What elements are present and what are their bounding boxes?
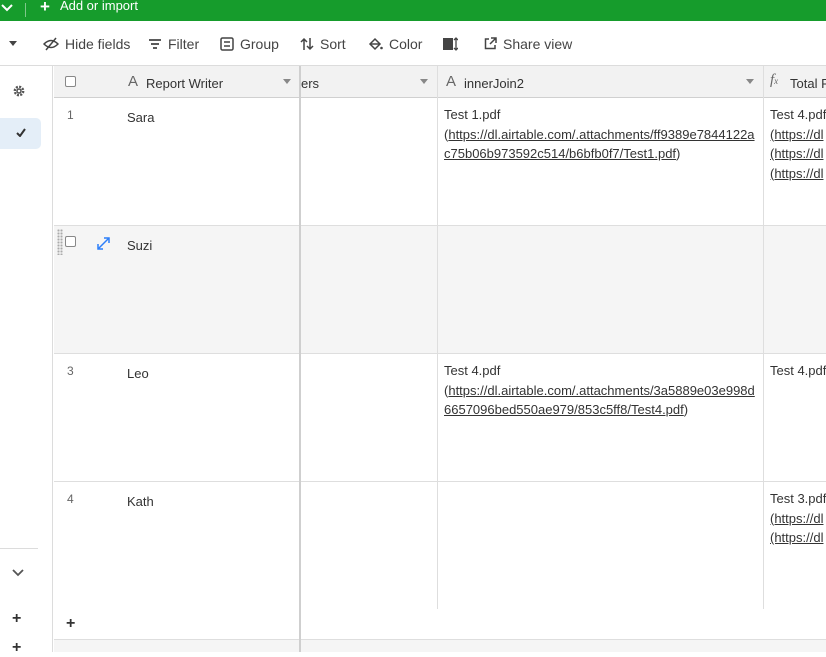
row-height-icon xyxy=(443,36,458,51)
cell-report-writer[interactable]: Leo xyxy=(127,364,149,384)
add-or-import-button[interactable]: + Add or import xyxy=(40,0,138,16)
column-header-total[interactable]: fx Total P xyxy=(764,66,826,98)
frozen-column-divider[interactable] xyxy=(299,66,301,652)
column-header-partial[interactable]: ers xyxy=(301,66,437,98)
sort-icon xyxy=(300,37,314,50)
caret-down-icon xyxy=(9,40,17,46)
attachment-link[interactable]: (https://dl xyxy=(770,127,823,142)
cell-total[interactable]: Test 4.pdf (https://dl (https://dl (http… xyxy=(770,105,826,183)
share-view-button[interactable]: Share view xyxy=(484,21,572,66)
view-menu-caret[interactable] xyxy=(9,21,23,66)
sidebar-item-selected[interactable] xyxy=(0,118,41,149)
column-header-innerjoin2[interactable]: A innerJoin2 xyxy=(438,66,763,98)
expand-icon[interactable] xyxy=(97,237,110,250)
view-toolbar: Hide fields Filter Group Sort Color Shar… xyxy=(0,21,826,66)
data-grid: A Report Writer ers A innerJoin2 fx Tota… xyxy=(54,66,826,652)
attachment-link[interactable]: (https://dl xyxy=(770,511,823,526)
cell-total[interactable]: Test 4.pdf xyxy=(770,361,826,381)
cell-report-writer[interactable]: Kath xyxy=(127,492,154,512)
table-row[interactable]: 4 Kath Test 3.pdf (https://dl (https://d… xyxy=(54,482,826,610)
eye-slash-icon xyxy=(43,37,59,50)
attachment-link[interactable]: https://dl.airtable.com/.attachments/3a5… xyxy=(444,383,755,418)
add-icon[interactable]: + xyxy=(12,639,21,657)
filter-button[interactable]: Filter xyxy=(148,21,199,66)
color-button[interactable]: Color xyxy=(368,21,422,66)
caret-down-icon[interactable] xyxy=(283,79,291,84)
divider xyxy=(25,3,26,17)
filter-icon xyxy=(149,38,161,49)
group-button[interactable]: Group xyxy=(220,21,279,66)
column-header-report-writer[interactable]: Report Writer xyxy=(146,76,223,91)
caret-down-icon[interactable] xyxy=(746,79,754,84)
column-divider xyxy=(763,66,764,609)
row-checkbox[interactable] xyxy=(65,236,76,247)
check-icon xyxy=(16,128,26,137)
chevron-down-icon[interactable] xyxy=(12,569,24,577)
sort-button[interactable]: Sort xyxy=(300,21,346,66)
table-row[interactable]: 1 Sara Test 1.pdf (https://dl.airtable.co… xyxy=(54,98,826,226)
header-frozen: A Report Writer xyxy=(54,66,300,98)
attachment-link[interactable]: (https://dl xyxy=(770,146,823,161)
chevron-down-icon[interactable] xyxy=(0,2,14,16)
attachment-link[interactable]: (https://dl xyxy=(770,166,823,181)
cell-innerjoin2[interactable]: Test 4.pdf (https://dl.airtable.com/.atta… xyxy=(444,361,758,420)
table-row-hovered[interactable]: Suzi xyxy=(54,226,826,354)
attachment-link[interactable]: (https://dl xyxy=(770,530,823,545)
plus-icon: + xyxy=(66,615,76,632)
divider xyxy=(0,548,38,549)
text-field-icon: A xyxy=(446,73,457,90)
add-row-button[interactable]: + xyxy=(54,609,826,640)
top-bar: + Add or import xyxy=(0,0,826,21)
table-row[interactable]: 3 Leo Test 4.pdf (https://dl.airtable.com… xyxy=(54,354,826,482)
drag-handle[interactable] xyxy=(57,229,63,255)
attachment-link[interactable]: https://dl.airtable.com/.attachments/ff9… xyxy=(444,127,755,162)
paint-bucket-icon xyxy=(368,37,383,50)
text-field-icon: A xyxy=(128,73,139,90)
caret-down-icon[interactable] xyxy=(420,79,428,84)
share-icon xyxy=(484,37,497,50)
select-all-checkbox[interactable] xyxy=(65,76,76,87)
cell-innerjoin2[interactable]: Test 1.pdf (https://dl.airtable.com/.atta… xyxy=(444,105,758,164)
left-sidebar: + + xyxy=(0,66,53,656)
add-icon[interactable]: + xyxy=(12,610,21,628)
plus-icon: + xyxy=(40,0,50,16)
group-icon xyxy=(220,36,234,51)
hide-fields-button[interactable]: Hide fields xyxy=(43,21,130,66)
cell-report-writer[interactable]: Suzi xyxy=(127,236,152,256)
cell-total[interactable]: Test 3.pdf (https://dl (https://dl xyxy=(770,489,826,548)
gear-icon[interactable] xyxy=(12,84,26,98)
formula-icon: fx xyxy=(770,72,779,88)
row-height-button[interactable] xyxy=(443,21,464,66)
column-divider xyxy=(437,66,438,609)
cell-report-writer[interactable]: Sara xyxy=(127,108,154,128)
